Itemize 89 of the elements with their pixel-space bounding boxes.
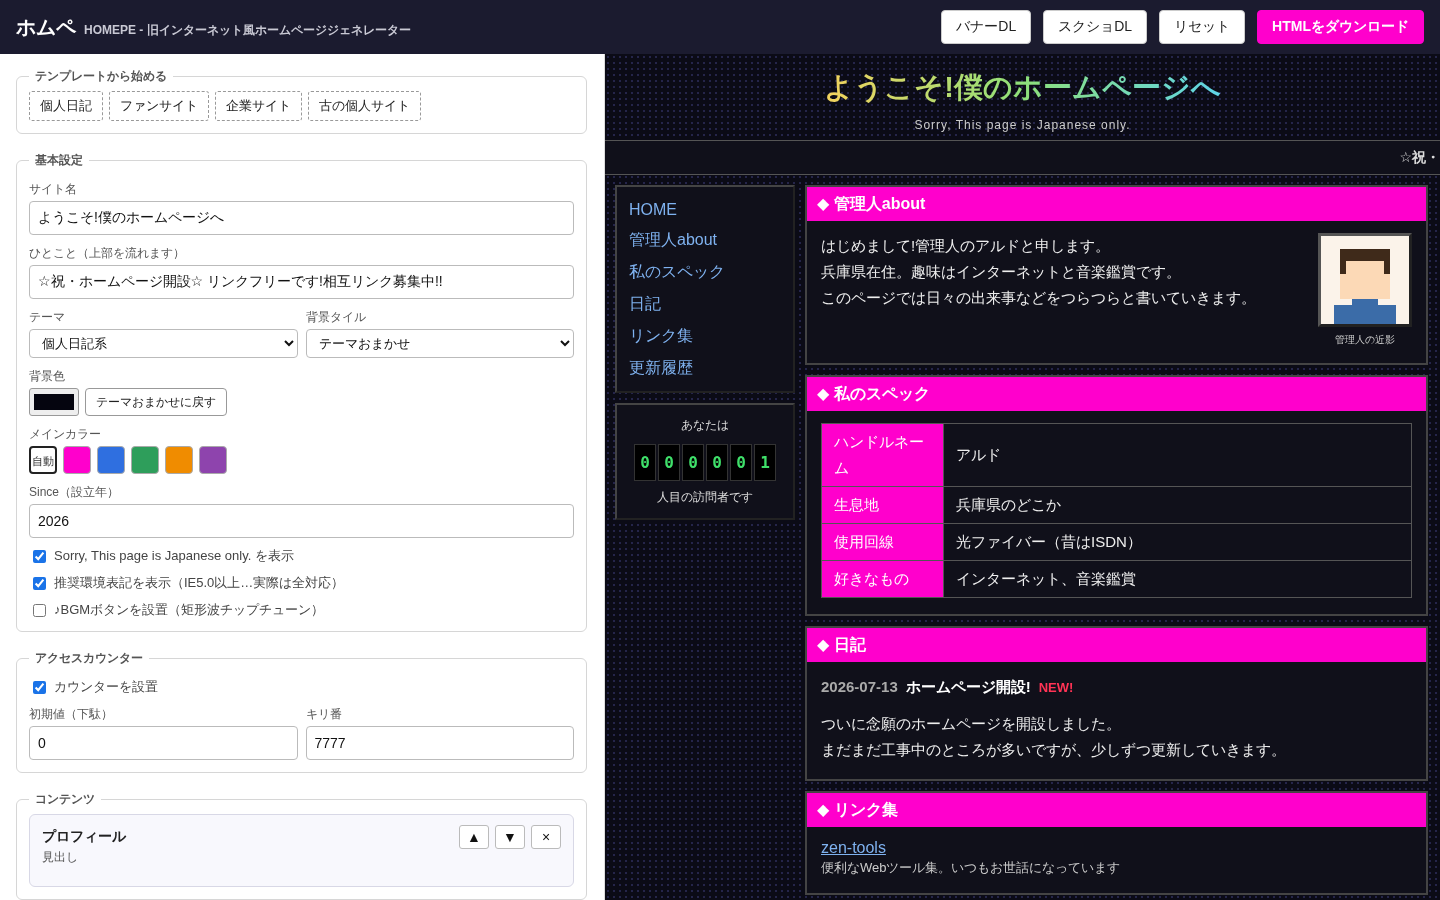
block-control-button[interactable]: ×	[531, 825, 561, 849]
field-label: Since（設立年）	[29, 484, 121, 501]
input-field[interactable]: ☆祝・ホームページ開設☆ リンクフリーです!相互リンク募集中!!	[29, 265, 574, 299]
notice-text: Sorry, This page is Japanese only.	[913, 118, 1132, 132]
counter-text: あなたは	[680, 417, 730, 434]
input-field[interactable]: 0	[29, 726, 298, 760]
field-label: 背景色	[29, 368, 66, 385]
body-text: ついに念願のホームページを開設しました。	[821, 714, 1122, 734]
block-control-button[interactable]: ▲	[459, 825, 489, 849]
counter-digit: 1	[754, 444, 776, 481]
table-header-cell: 生息地	[821, 486, 944, 524]
template-button[interactable]: 企業サイト	[215, 91, 302, 121]
field-label: 見出し	[42, 850, 78, 864]
checkbox[interactable]	[33, 576, 46, 590]
body-text: このページでは日々の出来事などをつらつらと書いていきます。	[821, 288, 1256, 308]
link[interactable]: zen-tools	[821, 839, 886, 856]
field-label: キリ番	[305, 706, 343, 723]
table-header-cell: 使用回線	[821, 523, 944, 561]
app-logo: ホムペ	[16, 14, 76, 40]
section-heading: ◆ 私のスペック	[807, 377, 1426, 411]
counter-digit: 0	[658, 444, 680, 481]
field-label: サイト名	[29, 181, 78, 198]
block-control-button[interactable]: ▼	[495, 825, 525, 849]
counter-digit: 0	[634, 444, 656, 481]
select-field[interactable]: 個人日記系	[29, 329, 298, 358]
nav-link[interactable]: リンク集	[629, 326, 781, 347]
field-label: メインカラー	[29, 426, 102, 443]
select-field[interactable]: テーマおまかせ	[305, 329, 574, 358]
input-field[interactable]: 2026	[29, 504, 574, 538]
table-cell: 光ファイバー（昔はISDN）	[943, 523, 1412, 561]
entry-title: ホームページ開設!	[905, 678, 1031, 697]
reset-color-button[interactable]: テーマおまかせに戻す	[85, 388, 227, 416]
table-header-cell: 好きなもの	[821, 560, 944, 598]
group-title: アクセスカウンター	[34, 650, 144, 667]
entry-date: 2026-07-13	[821, 678, 898, 695]
header-button[interactable]: スクショDL	[1043, 10, 1148, 44]
color-swatch[interactable]	[131, 446, 159, 474]
group-title: テンプレートから始める	[34, 68, 168, 85]
marquee-text: ☆祝・	[1399, 148, 1440, 167]
nav-link[interactable]: 私のスペック	[629, 262, 781, 283]
nav-link[interactable]: HOME	[629, 201, 781, 219]
table-header-cell: ハンドルネーム	[821, 423, 944, 487]
color-picker[interactable]	[29, 388, 79, 416]
counter-digit: 0	[730, 444, 752, 481]
checkbox[interactable]	[33, 680, 46, 694]
nav-link[interactable]: 日記	[629, 294, 781, 315]
checkbox[interactable]	[33, 549, 46, 563]
input-field[interactable]: ようこそ!僕のホームページへ	[29, 201, 574, 235]
body-text: はじめまして!管理人のアルドと申します。	[821, 236, 1112, 256]
section-heading: ◆ リンク集	[807, 793, 1426, 827]
block-title: プロフィール	[42, 828, 126, 846]
table-cell: アルド	[943, 423, 1412, 487]
color-swatch[interactable]	[165, 446, 193, 474]
group-title: 基本設定	[34, 152, 84, 169]
checkbox-label: ♪BGMボタンを設置（矩形波チップチューン）	[54, 601, 325, 619]
nav-link[interactable]: 管理人about	[629, 230, 781, 251]
field-label: 背景タイル	[305, 309, 367, 326]
table-cell: インターネット、音楽鑑賞	[943, 560, 1412, 598]
link-description: 便利なWebツール集。いつもお世話になっています	[821, 859, 1122, 877]
field-label: テーマ	[29, 309, 66, 326]
counter-digit: 0	[706, 444, 728, 481]
template-button[interactable]: ファンサイト	[109, 91, 209, 121]
header-button[interactable]: リセット	[1159, 10, 1246, 44]
nav-link[interactable]: 更新履歴	[629, 358, 781, 379]
section-heading: ◆ 日記	[807, 628, 1426, 662]
auto-color-button[interactable]: 自動	[29, 446, 57, 474]
field-label: 初期値（下駄）	[29, 706, 114, 723]
field-label: ひとこと（上部を流れます）	[29, 245, 186, 262]
app-subtitle: HOMEPE - 旧インターネット風ホームページジェネレーター	[84, 21, 411, 39]
checkbox-label: 推奨環境表記を表示（IE5.0以上…実際は全対応）	[54, 574, 345, 592]
input-field[interactable]: 7777	[305, 726, 574, 760]
new-label: NEW!	[1038, 680, 1074, 695]
body-text: 兵庫県在住。趣味はインターネットと音楽鑑賞です。	[821, 262, 1182, 282]
body-text: まだまだ工事中のところが多いですが、少しずつ更新していきます。	[821, 740, 1287, 760]
color-swatch[interactable]	[97, 446, 125, 474]
color-swatch[interactable]	[63, 446, 91, 474]
table-cell: 兵庫県のどこか	[943, 486, 1412, 524]
header-button[interactable]: バナーDL	[941, 10, 1032, 44]
template-button[interactable]: 個人日記	[29, 91, 103, 121]
color-swatch[interactable]	[199, 446, 227, 474]
checkbox-label: カウンターを設置	[54, 678, 158, 696]
counter-digit: 0	[682, 444, 704, 481]
checkbox[interactable]	[33, 603, 46, 617]
counter-text: 人目の訪問者です	[656, 489, 754, 506]
section-heading: ◆ 管理人about	[807, 187, 1426, 221]
image-caption: 管理人の近影	[1334, 333, 1396, 347]
group-title: コンテンツ	[34, 791, 96, 808]
template-button[interactable]: 古の個人サイト	[308, 91, 421, 121]
checkbox-label: Sorry, This page is Japanese only. を表示	[54, 547, 294, 565]
